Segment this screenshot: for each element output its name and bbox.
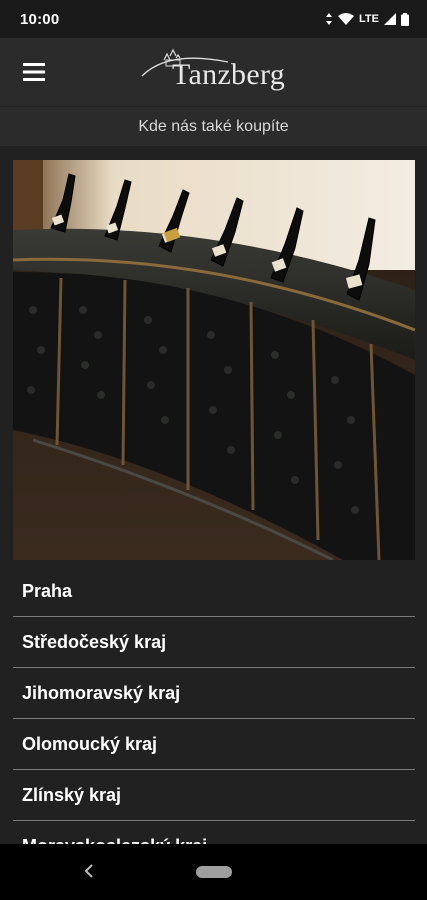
cell-signal-icon (384, 13, 396, 25)
system-navigation-bar (0, 844, 427, 900)
region-item-jihomoravsky[interactable]: Jihomoravský kraj (13, 668, 415, 719)
region-item-praha[interactable]: Praha (13, 566, 415, 617)
page-subtitle: Kde nás také koupíte (138, 117, 289, 135)
app-bar: Tanzberg (0, 38, 427, 106)
tanzberg-logo[interactable]: Tanzberg (138, 46, 298, 98)
status-time: 10:00 (20, 10, 60, 28)
home-pill-button[interactable] (196, 866, 232, 878)
region-list: Praha Středočeský kraj Jihomoravský kraj… (13, 566, 415, 872)
logo-text: Tanzberg (172, 58, 286, 91)
wifi-icon (338, 13, 355, 25)
back-button[interactable] (78, 860, 100, 882)
status-icons: LTE (325, 12, 409, 26)
hamburger-menu-icon (23, 63, 45, 81)
wine-cellar-illustration (13, 160, 415, 560)
status-bar: 10:00 LTE (0, 0, 427, 38)
battery-icon (401, 12, 409, 26)
region-item-olomoucky[interactable]: Olomoucký kraj (13, 719, 415, 770)
back-chevron-icon (84, 864, 93, 878)
menu-button[interactable] (14, 52, 54, 92)
region-item-zlinsky[interactable]: Zlínský kraj (13, 770, 415, 821)
region-item-stredocesky[interactable]: Středočeský kraj (13, 617, 415, 668)
network-type-label: LTE (359, 13, 379, 25)
subtitle-bar: Kde nás také koupíte (0, 106, 427, 146)
data-transfer-icon (326, 13, 333, 25)
wine-cellar-photo (13, 160, 415, 560)
